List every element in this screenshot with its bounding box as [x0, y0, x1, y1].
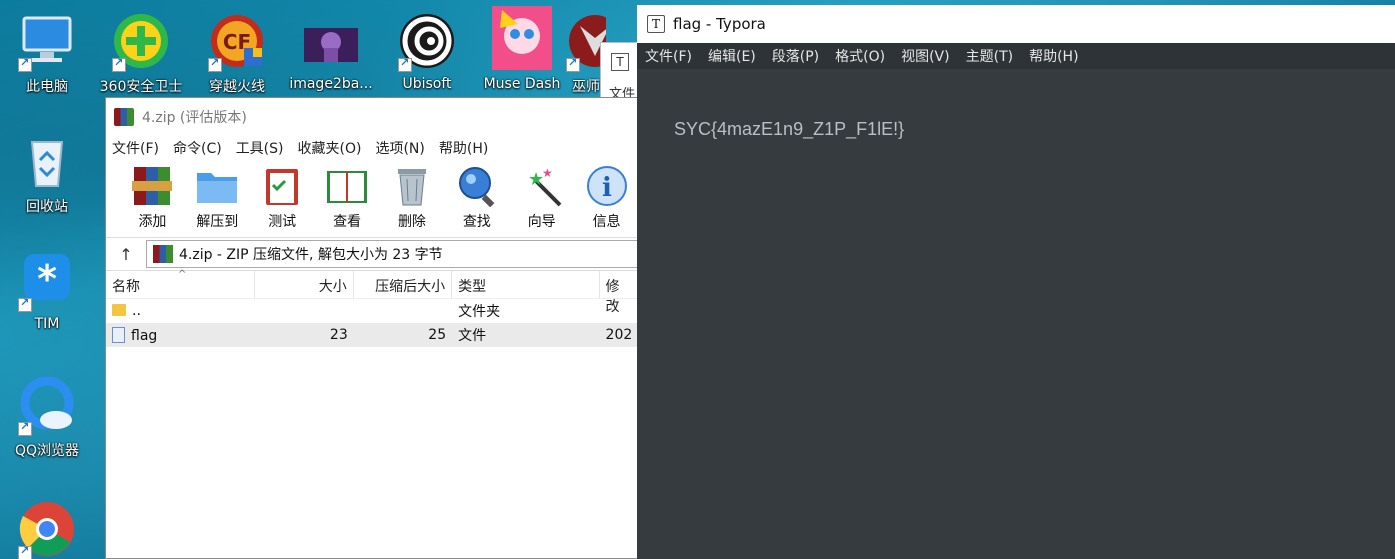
sort-up-icon: ^	[178, 269, 187, 280]
menu-tools[interactable]: 工具(S)	[236, 138, 284, 158]
add-archive-icon	[130, 165, 174, 207]
magnifier-icon	[455, 165, 499, 208]
winrar-titlebar[interactable]: 4.zip (评估版本)	[106, 98, 639, 135]
typora-icon: T	[647, 15, 665, 33]
menu-options[interactable]: 选项(N)	[375, 138, 424, 158]
typora-menu-view[interactable]: 视图(V)	[901, 46, 950, 66]
column-type[interactable]: 类型	[452, 271, 600, 298]
musedash-icon	[492, 6, 552, 70]
winrar-toolbar: 添加 解压到 测试 查看 删除 查找 ★ ★ 向导 i 信息	[106, 161, 639, 237]
desktop-icon-ubisoft[interactable]: Ubisoft	[382, 12, 472, 92]
winrar-icon	[114, 107, 134, 126]
winrar-menubar: 文件(F) 命令(C) 工具(S) 收藏夹(O) 选项(N) 帮助(H)	[106, 135, 639, 161]
archive-path-field[interactable]: 4.zip - ZIP 压缩文件, 解包大小为 23 字节	[146, 240, 639, 268]
view-button[interactable]: 查看	[315, 165, 380, 231]
file-list-header: ^ 名称 大小 压缩后大小 类型 修改	[106, 269, 639, 315]
archive-icon	[153, 245, 173, 263]
file-icon	[112, 326, 125, 343]
menu-commands[interactable]: 命令(C)	[173, 138, 222, 158]
typora-menu-format[interactable]: 格式(O)	[835, 46, 885, 66]
wizard-button[interactable]: ★ ★ 向导	[509, 165, 574, 231]
desktop-icon-chrome[interactable]	[2, 500, 92, 559]
typora-window[interactable]: T flag - Typora 文件(F) 编辑(E) 段落(P) 格式(O) …	[637, 5, 1395, 559]
folder-icon	[112, 304, 126, 316]
desktop-icon-this-pc[interactable]: 此电脑	[2, 12, 92, 96]
svg-text:*: *	[37, 257, 57, 301]
typora-menu-help[interactable]: 帮助(H)	[1029, 46, 1078, 66]
desktop-icon-image2ba[interactable]: image2ba...	[286, 12, 376, 92]
recycle-bin-icon	[18, 132, 76, 190]
tim-icon: *	[18, 252, 76, 312]
file-row-parent[interactable]: .. 文件夹	[106, 299, 639, 323]
typora-menubar: 文件(F) 编辑(E) 段落(P) 格式(O) 视图(V) 主题(T) 帮助(H…	[637, 43, 1395, 69]
image-icon	[302, 12, 360, 70]
info-button[interactable]: i 信息	[574, 165, 639, 231]
ubisoft-icon	[398, 12, 456, 72]
column-modified[interactable]: 修改	[600, 271, 639, 315]
qq-browser-icon	[18, 376, 76, 436]
desktop-icon-360[interactable]: 360安全卫士	[96, 12, 186, 96]
desktop-icon-crossfire[interactable]: CF 穿越火线	[192, 12, 282, 96]
chrome-icon	[18, 500, 76, 559]
winrar-window[interactable]: 4.zip (评估版本) 文件(F) 命令(C) 工具(S) 收藏夹(O) 选项…	[105, 97, 640, 559]
crossfire-icon: CF	[208, 12, 266, 72]
menu-help[interactable]: 帮助(H)	[439, 138, 488, 158]
typora-menu-paragraph[interactable]: 段落(P)	[772, 46, 819, 66]
file-row-flag[interactable]: flag 23 25 文件 202	[106, 323, 639, 347]
info-icon: i	[585, 165, 629, 207]
typora-editor[interactable]: SYC{4mazE1n9_Z1P_F1lE!}	[637, 69, 1395, 140]
typora-menu-edit[interactable]: 编辑(E)	[708, 46, 756, 66]
menu-favorites[interactable]: 收藏夹(O)	[298, 138, 362, 158]
extract-folder-icon	[195, 165, 239, 207]
menu-file[interactable]: 文件(F)	[112, 138, 159, 158]
desktop-icon-recycle-bin[interactable]: 回收站	[2, 132, 92, 216]
extract-button[interactable]: 解压到	[185, 165, 250, 231]
wizard-wand-icon: ★ ★	[520, 165, 564, 207]
typora-titlebar[interactable]: T flag - Typora	[637, 5, 1395, 43]
winrar-address-bar: ↑ 4.zip - ZIP 压缩文件, 解包大小为 23 字节	[106, 237, 639, 271]
typora-icon: T	[611, 53, 629, 71]
test-clipboard-icon	[260, 165, 304, 207]
typora-menu-file[interactable]: 文件(F)	[645, 46, 692, 66]
desktop-icon-qq-browser[interactable]: QQ浏览器	[2, 376, 92, 460]
column-packed[interactable]: 压缩后大小	[354, 271, 453, 298]
document-text[interactable]: SYC{4mazE1n9_Z1P_F1lE!}	[674, 119, 1395, 140]
add-button[interactable]: 添加	[120, 165, 185, 231]
winrar-title: 4.zip (评估版本)	[142, 109, 247, 126]
test-button[interactable]: 测试	[250, 165, 315, 231]
delete-button[interactable]: 删除	[380, 165, 445, 231]
find-button[interactable]: 查找	[444, 165, 509, 231]
column-size[interactable]: 大小	[255, 271, 354, 298]
svg-text:i: i	[602, 173, 612, 203]
up-arrow-icon[interactable]: ↑	[106, 245, 146, 264]
typora-menu-theme[interactable]: 主题(T)	[966, 46, 1013, 66]
computer-icon	[18, 12, 76, 72]
svg-text:★: ★	[542, 166, 553, 180]
typora-title: flag - Typora	[673, 15, 766, 33]
view-book-icon	[325, 165, 369, 207]
desktop-icon-tim[interactable]: * TIM	[2, 252, 92, 332]
trash-icon	[390, 165, 434, 207]
360-icon	[112, 12, 170, 72]
desktop-icon-muse-dash[interactable]: Muse Dash	[477, 6, 567, 92]
